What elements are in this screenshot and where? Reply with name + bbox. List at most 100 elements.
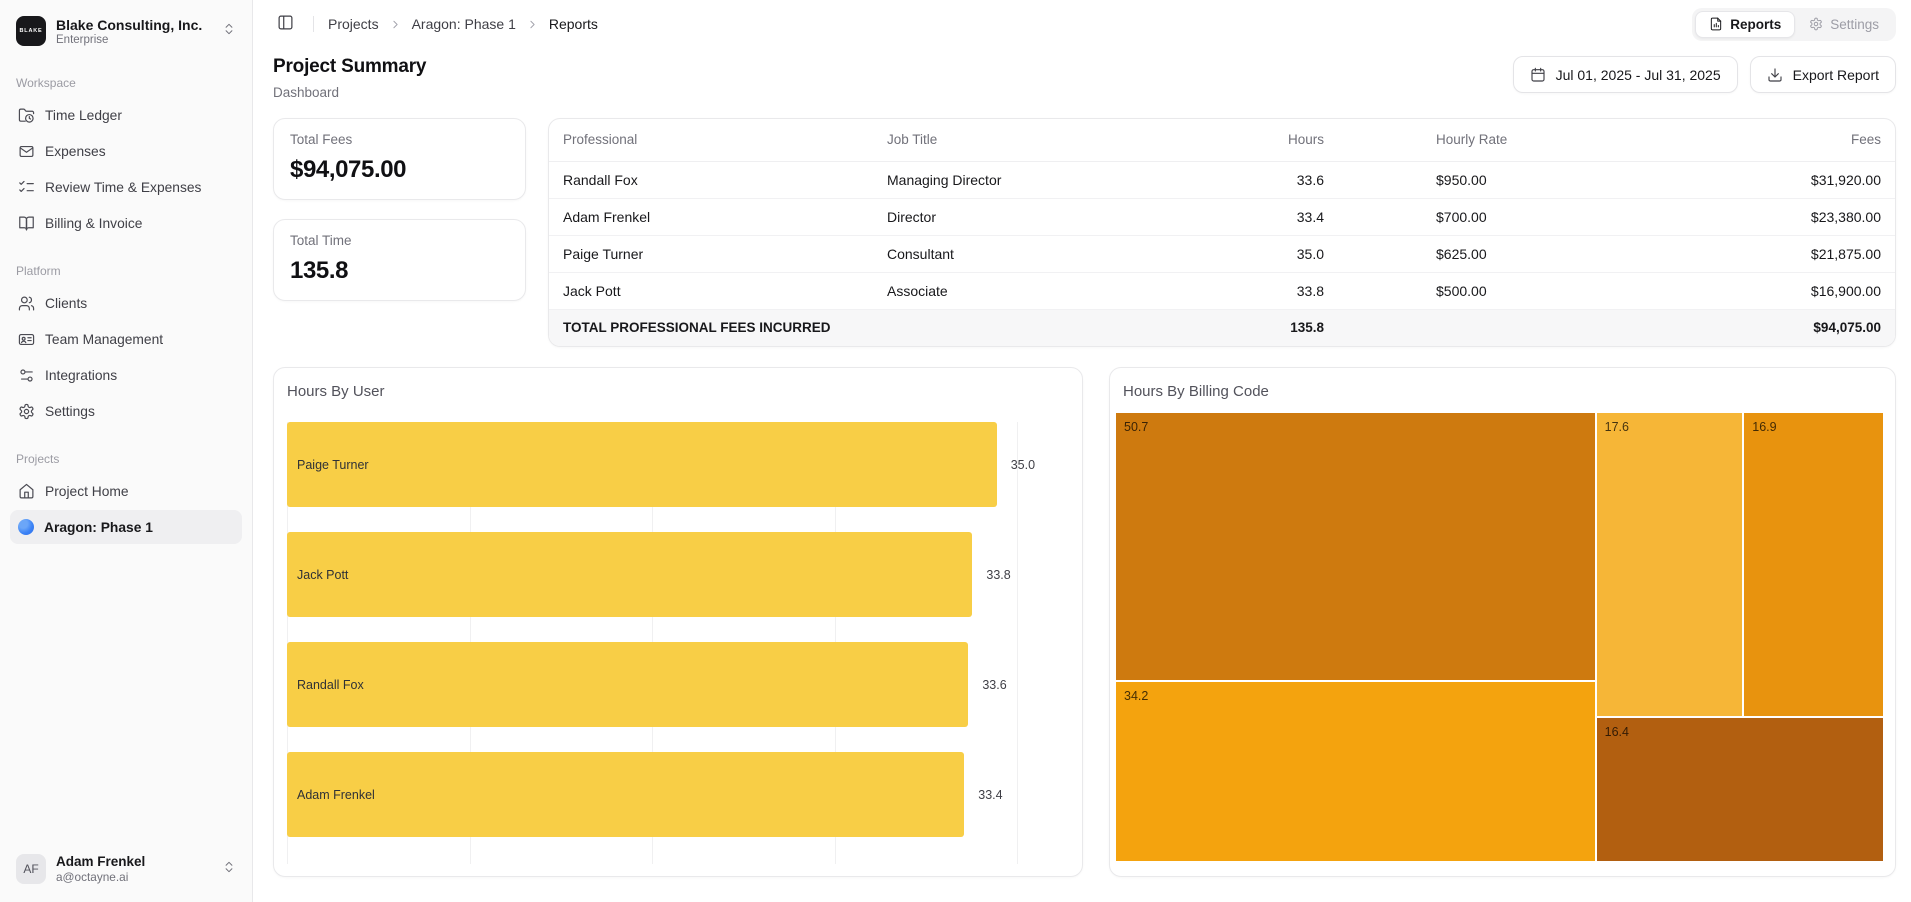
bar[interactable]: Randall Fox	[287, 642, 968, 727]
sidebar-item-label: Aragon: Phase 1	[44, 520, 153, 535]
nav-section-label-projects: Projects	[16, 452, 236, 466]
treemap-node-label: 34.2	[1116, 682, 1595, 703]
stat-card-total-time: Total Time 135.8	[273, 219, 526, 301]
folder-clock-icon	[18, 107, 35, 124]
cell-fees: $31,920.00	[1654, 161, 1895, 198]
sidebar-item-clients[interactable]: Clients	[10, 286, 242, 320]
treemap-node-label: 17.6	[1597, 413, 1743, 434]
date-range-label: Jul 01, 2025 - Jul 31, 2025	[1556, 67, 1721, 83]
bar-label: Randall Fox	[287, 678, 364, 692]
calendar-icon	[1530, 67, 1546, 83]
org-switcher[interactable]: BLAKE Blake Consulting, Inc. Enterprise	[8, 10, 244, 52]
org-logo-text: BLAKE	[20, 28, 43, 34]
sidebar-item-label: Clients	[45, 296, 87, 311]
treemap-node-17-6[interactable]: 17.6	[1596, 412, 1744, 717]
sidebar-item-team-management[interactable]: Team Management	[10, 322, 242, 356]
sidebar-item-time-ledger[interactable]: Time Ledger	[10, 98, 242, 132]
topbar-divider	[313, 16, 314, 32]
user-name: Adam Frenkel	[56, 854, 212, 869]
app-root: BLAKE Blake Consulting, Inc. Enterprise …	[0, 0, 1911, 902]
export-report-button[interactable]: Export Report	[1750, 56, 1896, 93]
nav-section-label-workspace: Workspace	[16, 76, 236, 90]
treemap-node-label: 50.7	[1116, 413, 1595, 434]
users-icon	[18, 295, 35, 312]
nav-section-label-platform: Platform	[16, 264, 236, 278]
gridline	[1017, 422, 1018, 864]
cell-job-title: Managing Director	[879, 161, 1209, 198]
chart-title: Hours By User	[287, 383, 385, 400]
breadcrumb-item-projects[interactable]: Projects	[328, 16, 379, 32]
sidebar-item-project-home[interactable]: Project Home	[10, 474, 242, 508]
org-name: Blake Consulting, Inc.	[56, 17, 212, 33]
header-actions: Jul 01, 2025 - Jul 31, 2025 Export Repor…	[1513, 56, 1896, 93]
tab-reports[interactable]: Reports	[1695, 11, 1795, 38]
tab-settings[interactable]: Settings	[1795, 11, 1893, 38]
cell-hourly-rate: $500.00	[1324, 272, 1654, 309]
total-spacer	[1324, 309, 1654, 346]
project-dot-icon	[18, 519, 34, 535]
fees-table-card: ProfessionalJob TitleHoursHourly RateFee…	[548, 118, 1896, 347]
gear-icon	[1809, 17, 1823, 31]
topbar: ProjectsAragon: Phase 1Reports ReportsSe…	[253, 0, 1911, 48]
breadcrumb: Projects Aragon: Phase 1 Reports	[328, 16, 598, 32]
envelope-icon	[18, 143, 35, 160]
sidebar-item-review-time-expenses[interactable]: Review Time & Expenses	[10, 170, 242, 204]
user-meta: Adam Frenkel a@octayne.ai	[56, 854, 212, 884]
table-row-paige-turner: Paige Turner Consultant 35.0 $625.00 $21…	[549, 235, 1895, 272]
sidebar-item-expenses[interactable]: Expenses	[10, 134, 242, 168]
treemap-node-label: 16.4	[1597, 718, 1883, 739]
hours-by-billing-code-treemap: 50.7 34.2 17.616.916.4	[1115, 412, 1884, 862]
list-checks-icon	[18, 179, 35, 196]
chevrons-up-down-icon	[222, 860, 236, 879]
chart-title: Hours By Billing Code	[1123, 383, 1269, 400]
bar-label: Jack Pott	[287, 568, 348, 582]
sidebar-item-label: Team Management	[45, 332, 163, 347]
bar-value: 33.6	[982, 678, 1006, 692]
treemap-node-16-4[interactable]: 16.4	[1596, 717, 1884, 862]
table-row-jack-pott: Jack Pott Associate 33.8 $500.00 $16,900…	[549, 272, 1895, 309]
cell-hourly-rate: $700.00	[1324, 198, 1654, 235]
bar-label: Paige Turner	[287, 458, 369, 472]
sidebar-toggle-button[interactable]	[271, 10, 299, 38]
column-header-job-title: Job Title	[879, 119, 1209, 161]
cell-fees: $16,900.00	[1654, 272, 1895, 309]
download-icon	[1767, 67, 1783, 83]
bar[interactable]: Jack Pott	[287, 532, 972, 617]
bar-row-adam-frenkel: Adam Frenkel 33.4	[287, 752, 1017, 837]
gear-icon	[18, 403, 35, 420]
date-range-button[interactable]: Jul 01, 2025 - Jul 31, 2025	[1513, 56, 1738, 93]
bar-label: Adam Frenkel	[287, 788, 375, 802]
chevron-right-icon	[389, 18, 402, 31]
sidebar-item-label: Billing & Invoice	[45, 216, 142, 231]
bar[interactable]: Adam Frenkel	[287, 752, 964, 837]
cell-professional: Jack Pott	[549, 272, 879, 309]
stat-card-total-fees: Total Fees $94,075.00	[273, 118, 526, 200]
table-row-adam-frenkel: Adam Frenkel Director 33.4 $700.00 $23,3…	[549, 198, 1895, 235]
chevrons-up-down-icon	[222, 22, 236, 41]
summary-row: Total Fees $94,075.00 Total Time 135.8 Pr…	[253, 118, 1911, 347]
org-plan: Enterprise	[56, 34, 212, 46]
page-title: Project Summary	[273, 56, 426, 78]
sidebar-item-billing-invoice[interactable]: Billing & Invoice	[10, 206, 242, 240]
sidebar-item-integrations[interactable]: Integrations	[10, 358, 242, 392]
stat-label: Total Fees	[290, 132, 509, 147]
bar[interactable]: Paige Turner	[287, 422, 997, 507]
avatar: AF	[16, 854, 46, 884]
hours-by-user-chart: Paige Turner 35.0 Jack Pott 33.8 Randall…	[287, 422, 1017, 864]
stat-value: $94,075.00	[290, 156, 509, 184]
column-header-hours: Hours	[1209, 119, 1324, 161]
breadcrumb-item-aragon-phase-1[interactable]: Aragon: Phase 1	[412, 16, 516, 32]
treemap-node-50-7[interactable]: 50.7	[1115, 412, 1596, 681]
treemap-node-34-2[interactable]: 34.2	[1115, 681, 1596, 862]
bar-row-randall-fox: Randall Fox 33.6	[287, 642, 1017, 727]
sidebar-item-settings[interactable]: Settings	[10, 394, 242, 428]
column-header-professional: Professional	[549, 119, 879, 161]
sidebar-item-aragon-phase-1[interactable]: Aragon: Phase 1	[10, 510, 242, 544]
book-open-icon	[18, 215, 35, 232]
cell-job-title: Consultant	[879, 235, 1209, 272]
org-meta: Blake Consulting, Inc. Enterprise	[56, 17, 212, 46]
treemap-node-16-9[interactable]: 16.9	[1743, 412, 1884, 717]
sidebar: BLAKE Blake Consulting, Inc. Enterprise …	[0, 0, 253, 902]
breadcrumb-item-reports: Reports	[549, 16, 598, 32]
user-menu[interactable]: AF Adam Frenkel a@octayne.ai	[8, 848, 244, 890]
